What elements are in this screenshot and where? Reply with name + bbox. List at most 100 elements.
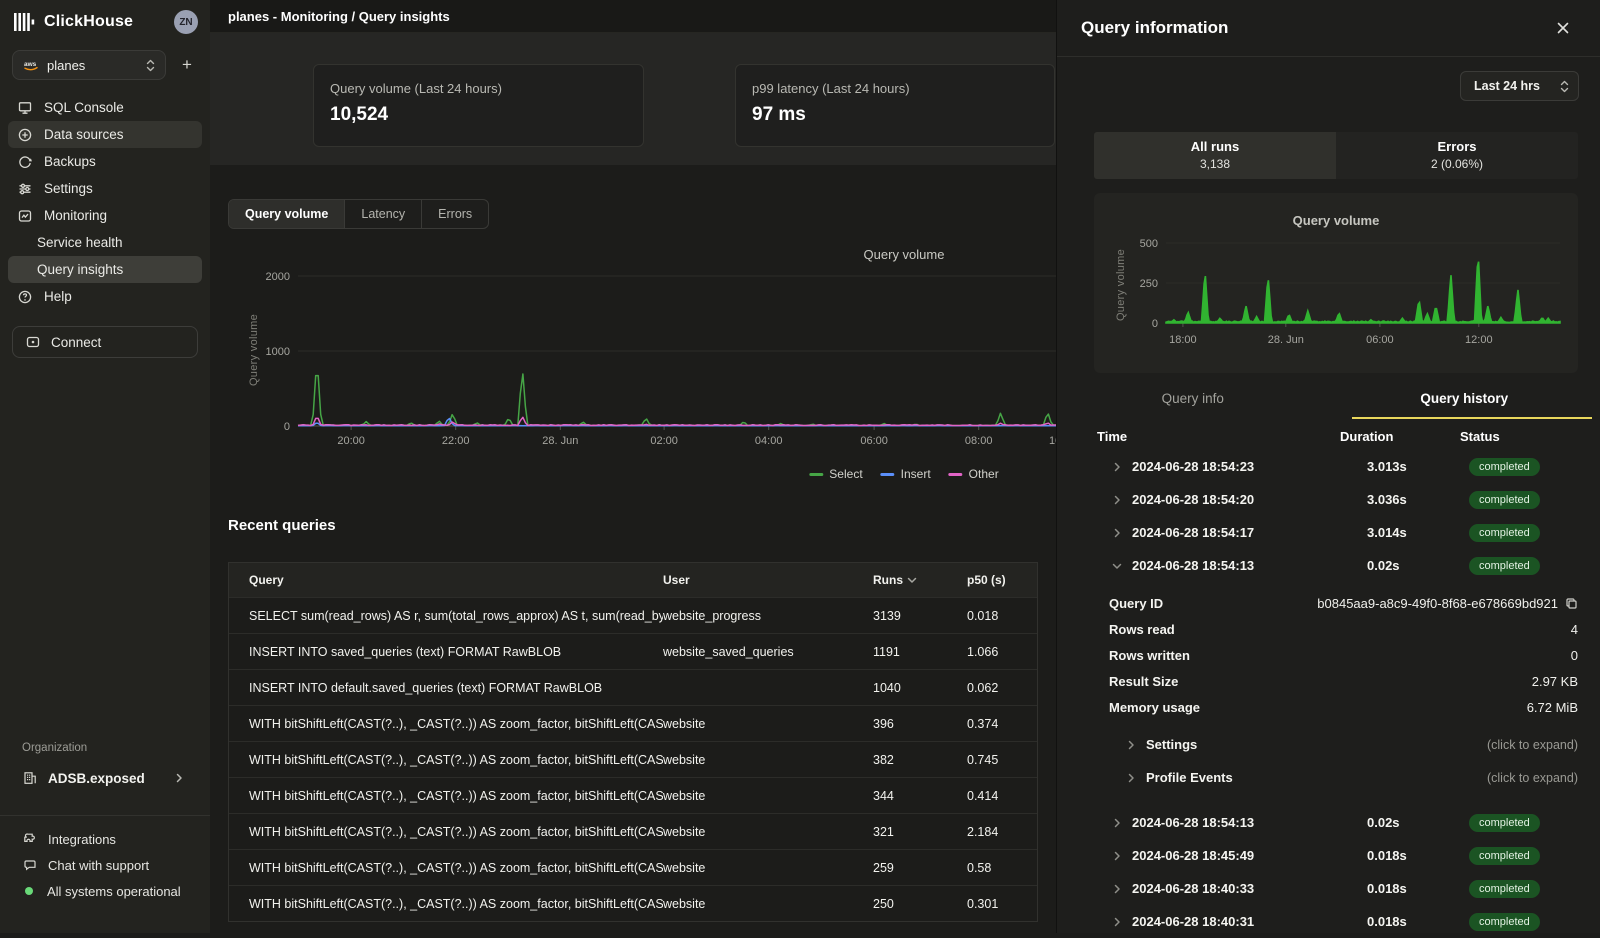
history-duration: 0.02s [1337,558,1457,573]
history-row[interactable]: 2024-06-28 18:54:233.013scompleted [1094,450,1578,483]
mini-chart-card: Query volume Query volume 025050018:0028… [1094,193,1578,373]
close-icon[interactable] [1554,19,1572,37]
avatar[interactable]: ZN [174,10,198,34]
tab-latency[interactable]: Latency [345,200,422,228]
status-badge: completed [1469,458,1540,476]
footer-item-integrations[interactable]: Integrations [0,826,210,852]
sidebar-item-query-insights[interactable]: Query insights [8,256,202,283]
tab-query-volume[interactable]: Query volume [229,200,345,228]
add-service-button[interactable]: + [176,55,198,75]
table-row[interactable]: WITH bitShiftLeft(CAST(?..), _CAST(?..))… [229,885,1037,921]
svg-text:28. Jun: 28. Jun [1268,334,1304,346]
tab-query-info[interactable]: Query info [1057,379,1329,419]
chevron-right-icon[interactable] [1112,495,1122,505]
chevron-right-icon[interactable] [1112,528,1122,538]
history-row[interactable]: 2024-06-28 18:40:330.018scompleted [1094,872,1578,905]
history-column-status: Status [1460,429,1578,444]
chevron-right-icon[interactable] [1112,851,1122,861]
legend-item-insert[interactable]: Insert [881,467,931,481]
cell-runs: 396 [873,717,967,731]
table-row[interactable]: WITH bitShiftLeft(CAST(?..), _CAST(?..))… [229,741,1037,777]
chevron-down-icon[interactable] [1112,561,1122,571]
tab-query-history[interactable]: Query history [1329,379,1600,419]
p99-latency-card-label: p99 latency (Last 24 hours) [752,81,1038,96]
query-history: TimeDurationStatus2024-06-28 18:54:233.0… [1057,419,1600,938]
history-time-value: 2024-06-28 18:40:33 [1132,881,1254,896]
history-row[interactable]: 2024-06-28 18:45:490.018scompleted [1094,839,1578,872]
chevron-right-icon[interactable] [1112,884,1122,894]
main-chart-ylabel: Query volume [248,295,260,405]
sidebar-item-label: Data sources [44,127,124,142]
legend-item-select[interactable]: Select [809,467,862,481]
main-chart-title: Query volume [864,247,945,262]
history-row[interactable]: 2024-06-28 18:54:173.014scompleted [1094,516,1578,549]
cell-user: website_saved_queries [663,645,873,659]
time-range-value: Last 24 hrs [1474,79,1540,93]
history-row[interactable]: 2024-06-28 18:54:203.036scompleted [1094,483,1578,516]
connect-button[interactable]: Connect [12,326,198,358]
segment-errors[interactable]: Errors2 (0.06%) [1336,132,1578,179]
svg-text:28. Jun: 28. Jun [542,435,578,447]
sidebar-item-label: Help [44,289,72,304]
cell-user: website [663,789,873,803]
cell-query: WITH bitShiftLeft(CAST(?..), _CAST(?..))… [249,825,663,839]
history-row[interactable]: 2024-06-28 18:54:130.02scompleted [1094,549,1578,582]
svg-text:10:00: 10:00 [1049,435,1056,447]
sidebar-item-settings[interactable]: Settings [8,175,202,202]
expand-hint: (click to expand) [1487,771,1578,785]
chart-tabs-bar: Query volumeLatencyErrors [228,199,1056,229]
table-row[interactable]: WITH bitShiftLeft(CAST(?..), _CAST(?..))… [229,849,1037,885]
history-row[interactable]: 2024-06-28 18:54:130.02scompleted [1094,806,1578,839]
cell-query: SELECT sum(read_rows) AS r, sum(total_ro… [249,609,663,623]
footer-item-chat-with-support[interactable]: Chat with support [0,852,210,878]
recent-queries-section: Recent queries QueryUserRunsp50 (s)SELEC… [228,517,1038,922]
time-range-select[interactable]: Last 24 hrs [1460,71,1579,101]
detail-value: 0 [1571,648,1578,663]
history-status: completed [1457,814,1578,832]
expandable-profile-events[interactable]: Profile Events(click to expand) [1094,761,1578,794]
chevron-right-icon[interactable] [1112,917,1122,927]
organization-heading: Organization [0,742,210,754]
column-header-runs[interactable]: Runs [873,573,967,587]
footer-item-all-systems-operational[interactable]: All systems operational [0,878,210,904]
detail-row-memory-usage: Memory usage6.72 MiB [1094,694,1578,720]
query-volume-card: Query volume (Last 24 hours) 10,524 [313,64,644,147]
cell-query: WITH bitShiftLeft(CAST(?..), _CAST(?..))… [249,753,663,767]
cell-p50: 0.58 [967,861,1037,875]
table-row[interactable]: WITH bitShiftLeft(CAST(?..), _CAST(?..))… [229,777,1037,813]
copy-icon[interactable] [1565,597,1578,610]
segment-all-runs[interactable]: All runs3,138 [1094,132,1336,179]
organization-item[interactable]: ADSB.exposed [0,763,210,793]
chevron-right-icon[interactable] [1112,818,1122,828]
service-name: planes [47,58,85,73]
chevron-right-icon[interactable] [1112,462,1122,472]
table-row[interactable]: SELECT sum(read_rows) AS r, sum(total_ro… [229,597,1037,633]
expandable-settings[interactable]: Settings(click to expand) [1094,728,1578,761]
cell-p50: 0.745 [967,753,1037,767]
sidebar-nav: SQL Console Data sources BackupsSettingsMo… [0,94,210,310]
table-row[interactable]: INSERT INTO default.saved_queries (text)… [229,669,1037,705]
detail-value: b0845aa9-a8c9-49f0-8f68-e678669bd921 [1317,596,1578,611]
history-row[interactable]: 2024-06-28 18:40:310.018scompleted [1094,905,1578,938]
sidebar-item-data-sources[interactable]: Data sources [8,121,202,148]
cell-p50: 0.018 [967,609,1037,623]
cell-user: website_progress [663,609,873,623]
table-row[interactable]: INSERT INTO saved_queries (text) FORMAT … [229,633,1037,669]
history-time-value: 2024-06-28 18:54:23 [1132,459,1254,474]
table-row[interactable]: WITH bitShiftLeft(CAST(?..), _CAST(?..))… [229,705,1037,741]
sidebar-item-backups[interactable]: Backups [8,148,202,175]
sidebar-item-help[interactable]: Help [8,283,202,310]
detail-row-rows-written: Rows written0 [1094,642,1578,668]
backups-icon [17,154,34,170]
cell-query: INSERT INTO default.saved_queries (text)… [249,681,663,695]
tab-errors[interactable]: Errors [422,200,488,228]
sidebar-item-service-health[interactable]: Service health [8,229,202,256]
history-duration: 0.018s [1337,914,1457,929]
service-selector[interactable]: aws planes [12,50,166,80]
main-chart-legend: Select Insert Other [809,467,998,481]
table-row[interactable]: WITH bitShiftLeft(CAST(?..), _CAST(?..))… [229,813,1037,849]
sidebar-item-monitoring[interactable]: Monitoring [8,202,202,229]
cell-p50: 0.374 [967,717,1037,731]
legend-item-other[interactable]: Other [949,467,999,481]
sidebar-item-sql-console[interactable]: SQL Console [8,94,202,121]
